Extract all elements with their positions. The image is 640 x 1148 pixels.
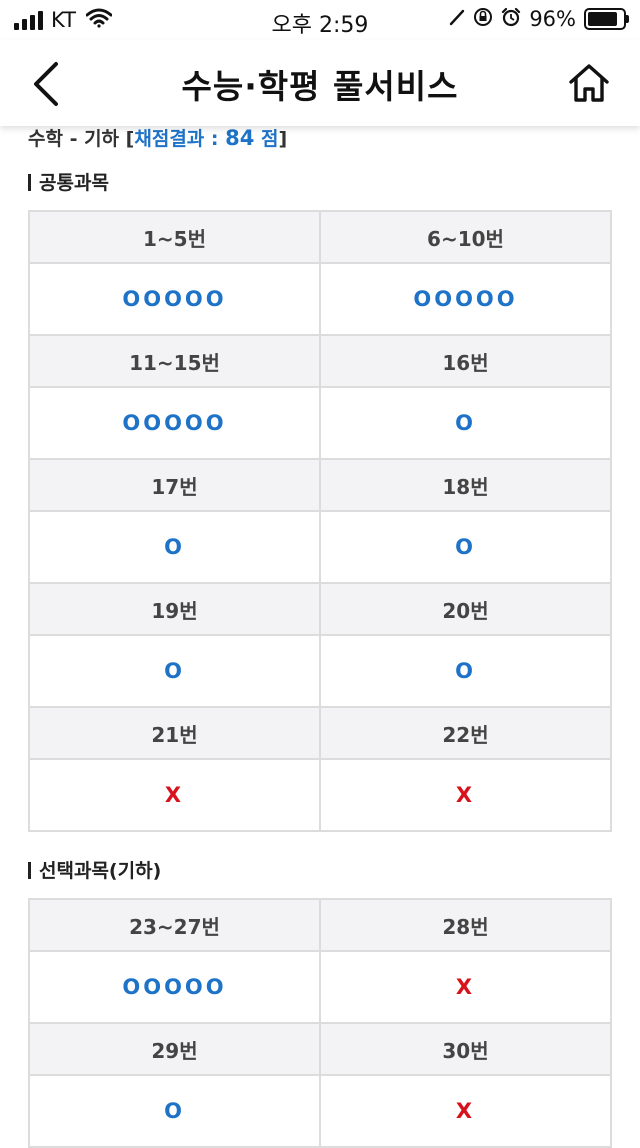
correct-mark-cell: O xyxy=(319,634,612,708)
score-unit: 점 xyxy=(260,128,279,150)
rotation-lock-icon xyxy=(473,7,493,31)
question-range-row: 19번 20번 xyxy=(28,582,612,636)
answer-table-elective: 23~27번 28번 OOOOO X 29번 30번 O X xyxy=(28,898,612,1148)
section-title-text: 공통과목 xyxy=(39,172,109,194)
result-row: OO xyxy=(28,510,612,584)
correct-mark-cell: O xyxy=(319,386,612,460)
question-range-cell: 29번 xyxy=(28,1022,321,1076)
result-row: XX xyxy=(28,758,612,832)
home-icon xyxy=(569,64,609,102)
section-title-common: 공통과목 xyxy=(28,170,612,196)
correct-mark-cell: OOOOO xyxy=(28,262,321,336)
result-row: OO xyxy=(28,634,612,708)
home-button[interactable] xyxy=(564,58,614,108)
question-range-cell: 28번 xyxy=(319,898,612,952)
wrong-mark-cell: X xyxy=(319,1074,612,1148)
question-range-row: 1~5번 6~10번 xyxy=(28,210,612,264)
correct-mark-cell: OOOOO xyxy=(319,262,612,336)
page-title: 수능·학평 풀서비스 xyxy=(181,67,459,106)
wrong-mark-cell: X xyxy=(28,758,321,832)
score-value: 84 xyxy=(225,126,255,150)
score-summary: 수학 - 기하 [채점결과 : 84 점] xyxy=(28,126,288,150)
correct-mark-cell: O xyxy=(28,634,321,708)
question-range-cell: 22번 xyxy=(319,706,612,760)
nav-header: 수능·학평 풀서비스 xyxy=(0,40,640,126)
battery-percent: 96% xyxy=(529,7,576,31)
question-range-row: 21번 22번 xyxy=(28,706,612,760)
correct-mark-cell: O xyxy=(28,510,321,584)
question-range-cell: 30번 xyxy=(319,1022,612,1076)
battery-icon xyxy=(584,8,629,30)
question-range-row: 11~15번 16번 xyxy=(28,334,612,388)
correct-mark-cell: OOOOO xyxy=(28,950,321,1024)
result-row: OOOOO X xyxy=(28,950,612,1024)
section-title-text: 선택과목(기하) xyxy=(39,860,162,882)
answer-table-common: 1~5번 6~10번 OOOOO OOOOO 11~15번 16번 OOOOO O 17번 18번… xyxy=(28,210,612,832)
question-range-row: 17번 18번 xyxy=(28,458,612,512)
question-range-cell: 6~10번 xyxy=(319,210,612,264)
question-range-cell: 20번 xyxy=(319,582,612,636)
wrong-mark-cell: X xyxy=(319,758,612,832)
question-range-cell: 16번 xyxy=(319,334,612,388)
question-range-cell: 23~27번 xyxy=(28,898,321,952)
question-range-cell: 18번 xyxy=(319,458,612,512)
question-range-cell: 11~15번 xyxy=(28,334,321,388)
score-content: 수학 - 기하 [채점결과 : 84 점] 공통과목 1~5번 6~10번 OOOO… xyxy=(28,126,612,1148)
edit-icon xyxy=(449,8,465,30)
subject-label: 수학 - 기하 xyxy=(28,128,120,150)
section-title-elective: 선택과목(기하) xyxy=(28,858,612,884)
wrong-mark-cell: X xyxy=(319,950,612,1024)
question-range-cell: 21번 xyxy=(28,706,321,760)
correct-mark-cell: OOOOO xyxy=(28,386,321,460)
question-range-row: 29번 30번 xyxy=(28,1022,612,1076)
result-row: OX xyxy=(28,1074,612,1148)
correct-mark-cell: O xyxy=(319,510,612,584)
question-range-row: 23~27번 28번 xyxy=(28,898,612,952)
status-right: 96% xyxy=(449,7,629,31)
alarm-icon xyxy=(501,7,521,31)
correct-mark-cell: O xyxy=(28,1074,321,1148)
score-label: 채점결과 : xyxy=(134,128,219,150)
status-bar: KT 오후 2:59 96% xyxy=(0,0,640,40)
question-range-cell: 1~5번 xyxy=(28,210,321,264)
result-row: OOOOO OOOOO xyxy=(28,262,612,336)
question-range-cell: 19번 xyxy=(28,582,321,636)
result-row: OOOOO O xyxy=(28,386,612,460)
question-range-cell: 17번 xyxy=(28,458,321,512)
